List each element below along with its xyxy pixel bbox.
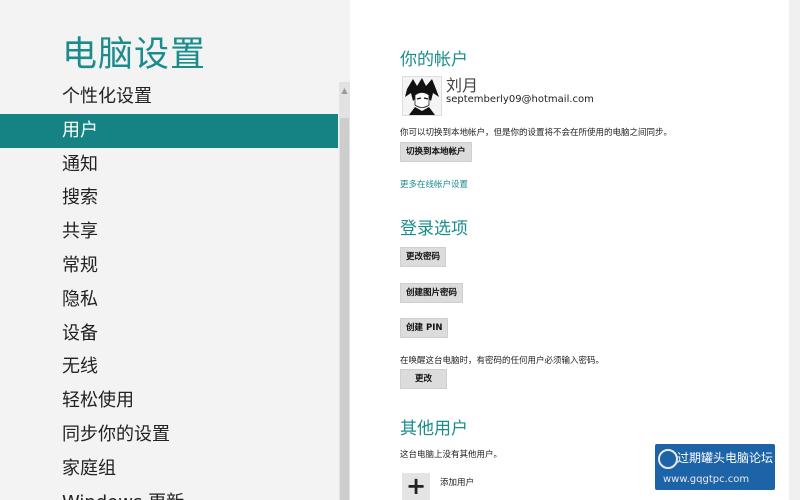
other-users-heading: 其他用户 xyxy=(400,419,468,439)
switch-to-local-account-button[interactable]: 切换到本地帐户 xyxy=(400,142,472,162)
nav-list: 个性化设置用户通知搜索共享常规隐私设备无线轻松使用同步你的设置家庭组Window… xyxy=(0,80,338,500)
change-password-button[interactable]: 更改密码 xyxy=(400,247,447,267)
watermark-site: www.gqgtpc.com xyxy=(663,474,750,485)
watermark-logo: 过期罐头电脑论坛 www.gqgtpc.com xyxy=(655,444,775,490)
change-wake-policy-button[interactable]: 更改 xyxy=(400,369,447,389)
content-scrollbar[interactable] xyxy=(789,0,800,500)
watermark-text: 过期罐头电脑论坛 xyxy=(677,451,774,465)
user-avatar xyxy=(402,76,442,116)
nav-scrollbar[interactable]: ▲ xyxy=(339,82,350,500)
users-content-pane: 你的帐户 刘月 septemberly09@hotmail.com 你可以切换到… xyxy=(350,0,800,500)
nav-item[interactable]: 个性化设置 xyxy=(0,80,338,114)
scroll-up-icon[interactable]: ▲ xyxy=(339,82,350,100)
nav-item[interactable]: 用户 xyxy=(0,113,338,148)
sync-note: 你可以切换到本地帐户，但是你的设置将不会在所使用的电脑之间同步。 xyxy=(400,128,673,138)
page-title: 电脑设置 xyxy=(62,35,207,75)
watermark-circle-icon xyxy=(658,449,678,469)
nav-scroll-thumb[interactable] xyxy=(340,118,349,500)
nav-item[interactable]: 无线 xyxy=(0,350,338,384)
signin-options-heading: 登录选项 xyxy=(400,219,468,239)
your-account-heading: 你的帐户 xyxy=(400,50,468,70)
create-picture-password-button[interactable]: 创建图片密码 xyxy=(400,283,464,303)
add-user-plus-icon[interactable]: + xyxy=(402,473,430,500)
create-pin-button[interactable]: 创建 PIN xyxy=(400,318,449,338)
nav-item[interactable]: 设备 xyxy=(0,317,338,351)
no-other-users-note: 这台电脑上没有其他用户。 xyxy=(400,450,503,460)
more-online-account-settings-link[interactable]: 更多在线帐户设置 xyxy=(400,178,468,190)
nav-item[interactable]: 家庭组 xyxy=(0,452,338,486)
nav-item[interactable]: 同步你的设置 xyxy=(0,418,338,452)
anime-avatar-icon xyxy=(403,77,441,115)
wake-password-note: 在唤醒这台电脑时，有密码的任何用户必须输入密码。 xyxy=(400,356,605,366)
nav-item[interactable]: Windows 更新 xyxy=(0,486,338,500)
user-email: septemberly09@hotmail.com xyxy=(446,94,594,105)
nav-item[interactable]: 常规 xyxy=(0,249,338,283)
user-name: 刘月 xyxy=(446,76,479,95)
nav-item[interactable]: 共享 xyxy=(0,215,338,249)
nav-item[interactable]: 轻松使用 xyxy=(0,384,338,418)
settings-nav-pane: 电脑设置 个性化设置用户通知搜索共享常规隐私设备无线轻松使用同步你的设置家庭组W… xyxy=(0,0,350,500)
nav-item[interactable]: 通知 xyxy=(0,148,338,182)
nav-item[interactable]: 隐私 xyxy=(0,283,338,317)
nav-item[interactable]: 搜索 xyxy=(0,181,338,215)
add-user-label[interactable]: 添加用户 xyxy=(440,476,474,488)
